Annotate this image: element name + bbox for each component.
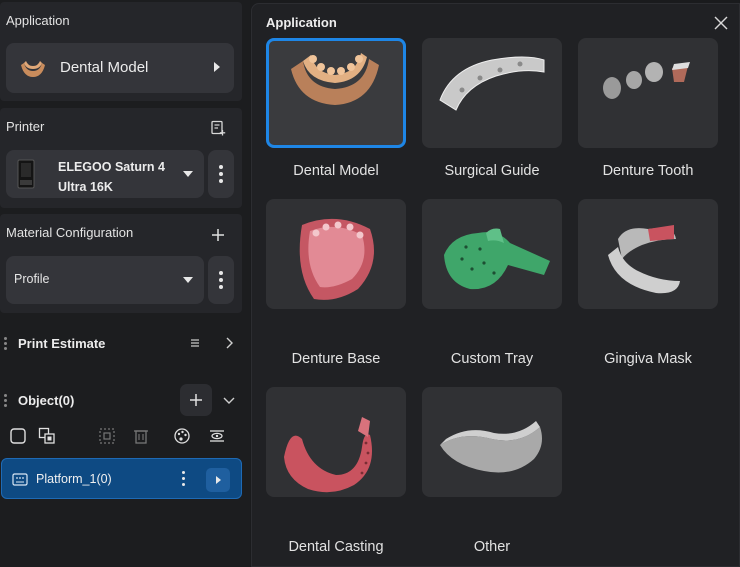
select-all-icon[interactable] xyxy=(38,427,56,445)
plus-icon xyxy=(190,394,202,406)
denture-tooth-icon xyxy=(603,62,690,99)
printer-select[interactable]: ELEGOO Saturn 4 Ultra 16K xyxy=(6,150,204,198)
application-card-label: Dental Model xyxy=(293,163,379,179)
application-card-gingiva-mask[interactable] xyxy=(578,199,718,309)
application-panel-title: Application xyxy=(6,13,70,28)
list-icon[interactable] xyxy=(190,338,200,348)
application-card-label: Other xyxy=(473,539,511,555)
printer-name-line1: ELEGOO Saturn 4 xyxy=(58,160,165,174)
palette-icon[interactable] xyxy=(173,427,191,445)
chevron-down-icon[interactable] xyxy=(222,395,236,405)
other-model-icon xyxy=(440,421,542,473)
drag-handle-icon[interactable] xyxy=(4,394,7,409)
left-sidebar: Application Dental Model Printer ELEGOO … xyxy=(0,0,250,567)
object-list-title: Object(0) xyxy=(18,393,75,408)
more-vertical-icon xyxy=(219,165,223,186)
close-icon[interactable] xyxy=(714,16,728,30)
printer-add-icon[interactable] xyxy=(210,120,226,136)
plus-icon[interactable] xyxy=(211,228,225,242)
more-vertical-icon xyxy=(219,271,223,292)
printer-panel-title: Printer xyxy=(6,119,45,134)
dental-model-thumb-icon xyxy=(21,61,45,77)
dental-model-icon xyxy=(291,53,379,105)
application-card-label: Custom Tray xyxy=(450,351,534,367)
application-card-custom-tray[interactable] xyxy=(422,199,562,309)
profile-more-button[interactable] xyxy=(208,256,234,304)
chevron-down-icon xyxy=(183,277,193,283)
application-card-denture-base[interactable] xyxy=(266,199,406,309)
application-select-label: Dental Model xyxy=(60,59,149,76)
printer-device-icon xyxy=(17,159,35,189)
application-card-dental-model[interactable] xyxy=(266,38,406,148)
add-object-button[interactable] xyxy=(180,384,212,416)
print-estimate-title: Print Estimate xyxy=(18,336,106,351)
application-card-label: Denture Base xyxy=(291,351,381,367)
surgical-guide-icon xyxy=(439,56,545,111)
application-dialog: Application Dental Model Surgical Guide … xyxy=(251,3,740,567)
more-vertical-icon[interactable] xyxy=(182,471,186,489)
application-card-label: Dental Casting xyxy=(288,539,384,555)
application-card-label: Surgical Guide xyxy=(444,163,540,179)
application-card-label: Gingiva Mask xyxy=(604,351,692,367)
application-select-button[interactable]: Dental Model xyxy=(6,43,234,93)
dialog-title: Application xyxy=(266,15,337,30)
material-panel-title: Material Configuration xyxy=(6,225,134,240)
application-panel: Application Dental Model xyxy=(0,2,242,101)
application-card-dental-casting[interactable] xyxy=(266,387,406,497)
dental-casting-icon xyxy=(284,417,372,493)
application-card-surgical-guide[interactable] xyxy=(422,38,562,148)
trash-icon[interactable] xyxy=(132,427,150,445)
printer-more-button[interactable] xyxy=(208,150,234,198)
printer-name-line2: Ultra 16K xyxy=(58,180,113,194)
application-card-denture-tooth[interactable] xyxy=(578,38,718,148)
material-panel: Material Configuration Profile xyxy=(0,214,242,313)
chevron-right-icon xyxy=(214,62,220,72)
platform-label: Platform_1(0) xyxy=(36,472,112,486)
drag-handle-icon[interactable] xyxy=(4,337,7,352)
platform-icon xyxy=(12,473,28,486)
denture-base-icon xyxy=(299,218,374,300)
checkbox-icon[interactable] xyxy=(9,427,27,445)
platform-expand-button[interactable] xyxy=(206,468,230,492)
frame-icon[interactable] xyxy=(98,427,116,445)
custom-tray-icon xyxy=(444,228,550,290)
visibility-icon[interactable] xyxy=(208,427,226,445)
printer-panel: Printer ELEGOO Saturn 4 Ultra 16K xyxy=(0,108,242,208)
chevron-right-icon[interactable] xyxy=(224,336,234,350)
platform-row[interactable]: Platform_1(0) xyxy=(1,458,242,499)
gingiva-mask-icon xyxy=(608,225,680,294)
printer-name: ELEGOO Saturn 4 Ultra 16K xyxy=(58,157,178,197)
chevron-down-icon xyxy=(183,171,193,177)
profile-select-value: Profile xyxy=(14,272,50,286)
application-card-label: Denture Tooth xyxy=(602,163,694,179)
profile-select[interactable]: Profile xyxy=(6,256,204,304)
application-card-other[interactable] xyxy=(422,387,562,497)
